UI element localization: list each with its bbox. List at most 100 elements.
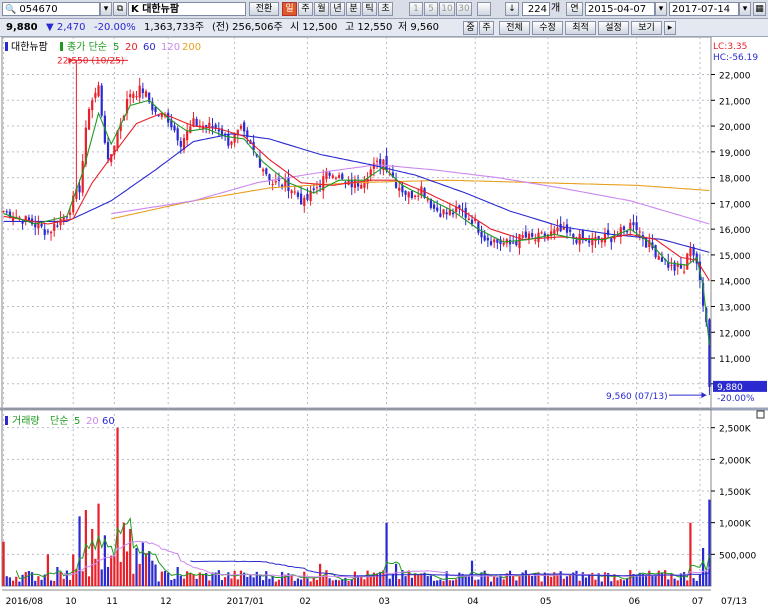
adjust-button[interactable]: 수정 [532, 21, 563, 35]
volume-bar [306, 578, 309, 586]
volume-bar [277, 579, 281, 586]
tab-minute[interactable]: 분 [346, 2, 361, 16]
volume-bar [616, 580, 619, 586]
interval-5[interactable]: 5 [424, 2, 438, 16]
bar-count-input[interactable]: 224 [522, 2, 550, 16]
volume-bar [448, 580, 451, 586]
volume-bar [56, 567, 59, 586]
volume-bar [5, 576, 8, 586]
realtime-button[interactable]: 전환 [249, 2, 279, 16]
volume-bar [670, 574, 673, 586]
left-button-1[interactable]: 중 [463, 21, 478, 35]
candle-body [315, 187, 319, 189]
stock-name-field[interactable]: K 대한뉴팜 [128, 2, 246, 16]
code-input[interactable]: 🔍 054670 [2, 2, 100, 16]
volume-tick-label: 2,000K [719, 456, 752, 466]
volume-bar [224, 577, 227, 586]
candle-body [632, 222, 635, 226]
settings-button[interactable]: 설정 [598, 21, 629, 35]
tab-week[interactable]: 주 [298, 2, 313, 16]
tab-month[interactable]: 월 [314, 2, 329, 16]
tab-day[interactable]: 일 [282, 2, 297, 16]
volume-bar [692, 578, 695, 586]
optimize-button[interactable]: 최적 [565, 21, 596, 35]
volume-bar [518, 576, 521, 586]
price-frame [1, 37, 712, 410]
candle-body [442, 209, 445, 215]
x-axis: 2016/08 10 11 12 2017/01 02 03 04 05 06 07 07/13 [2, 589, 747, 607]
end-date-dropdown[interactable]: ▾ [739, 2, 751, 16]
start-date-dropdown[interactable]: ▾ [655, 2, 667, 16]
left-button-2[interactable]: 주 [479, 21, 494, 35]
grid-menu-icon[interactable]: ▦ [753, 2, 766, 16]
tab-tick[interactable]: 틱 [362, 2, 377, 16]
candle-body [553, 229, 556, 234]
tab-second[interactable]: 초 [378, 2, 393, 16]
candle-body [189, 126, 192, 133]
price-tick-label: 17,000 [719, 200, 751, 210]
volume-bar [116, 427, 119, 586]
start-date: 2015-04-07 [588, 4, 647, 15]
candle-body [173, 125, 176, 131]
price-change: ▼ 2,470 [46, 22, 86, 33]
volume-bar [531, 576, 534, 586]
stock-search-button[interactable]: ⧉ [113, 2, 127, 16]
candle-body [398, 187, 401, 191]
code-dropdown-button[interactable]: ▾ [100, 2, 112, 16]
candle-body [217, 129, 220, 132]
view-all-button[interactable]: 전체 [499, 21, 530, 35]
candle-body [413, 195, 417, 197]
volume-bar [550, 576, 553, 586]
arrow-down-button[interactable]: ↓ [505, 2, 519, 16]
volume-legend-type: 단순 [50, 415, 68, 427]
stock-chart[interactable]: 22,000 21,000 20,000 19,000 18,000 17,000 16,0… [0, 37, 768, 609]
candle-body [508, 239, 512, 245]
volume-bar [651, 575, 654, 586]
candle-body [676, 264, 679, 267]
volume-bar [477, 579, 480, 586]
candle-body [670, 265, 673, 267]
last-price-label: 9,880 [717, 383, 743, 393]
candle-body [287, 177, 290, 192]
volume-bar [246, 576, 249, 586]
candle-body [524, 231, 527, 238]
interval-10[interactable]: 10 [439, 2, 455, 16]
candle-body [527, 233, 531, 239]
volume-bar [170, 579, 173, 586]
legend-marker [5, 42, 8, 51]
volume-bar [347, 580, 350, 586]
interval-30[interactable]: 30 [456, 2, 472, 16]
volume-bar [217, 570, 220, 586]
candle-body [56, 225, 59, 227]
candle-body [91, 100, 94, 111]
x-tick-label: 06 [629, 597, 641, 607]
volume-bar [578, 580, 581, 586]
price-tick-label: 14,000 [719, 278, 751, 288]
volume-bar [512, 575, 515, 586]
volume-bar [426, 576, 429, 586]
candle-body [708, 319, 711, 387]
volume-bar [135, 548, 138, 586]
interval-1[interactable]: 1 [409, 2, 423, 16]
end-date-input[interactable]: 2017-07-14 [669, 2, 739, 16]
volume-bar [119, 561, 122, 586]
volume-bar [258, 575, 262, 586]
volume-bar [432, 580, 436, 586]
candle-body [483, 235, 486, 241]
candle-body [274, 181, 277, 183]
volume-legend-name: 거래량 [12, 415, 40, 427]
more-button[interactable]: ▸ [664, 21, 676, 35]
quote-bar: 9,880 ▼ 2,470 -20.00% 1,363,733주 (전) 256… [0, 19, 768, 37]
tab-year[interactable]: 년 [330, 2, 345, 16]
x-tick-label: 03 [379, 597, 390, 607]
view-button[interactable]: 보기 [631, 21, 662, 35]
candle-body [502, 242, 505, 245]
price-pane: 22,000 21,000 20,000 19,000 18,000 17,000 16,0… [0, 37, 768, 411]
volume-bar [15, 576, 18, 586]
candle-body [432, 204, 436, 209]
interval-custom-button[interactable] [477, 2, 491, 16]
consecutive-button[interactable]: 연 [566, 2, 583, 16]
volume-bar [148, 550, 151, 586]
start-date-input[interactable]: 2015-04-07 [585, 2, 655, 16]
volume-bar [11, 580, 15, 586]
